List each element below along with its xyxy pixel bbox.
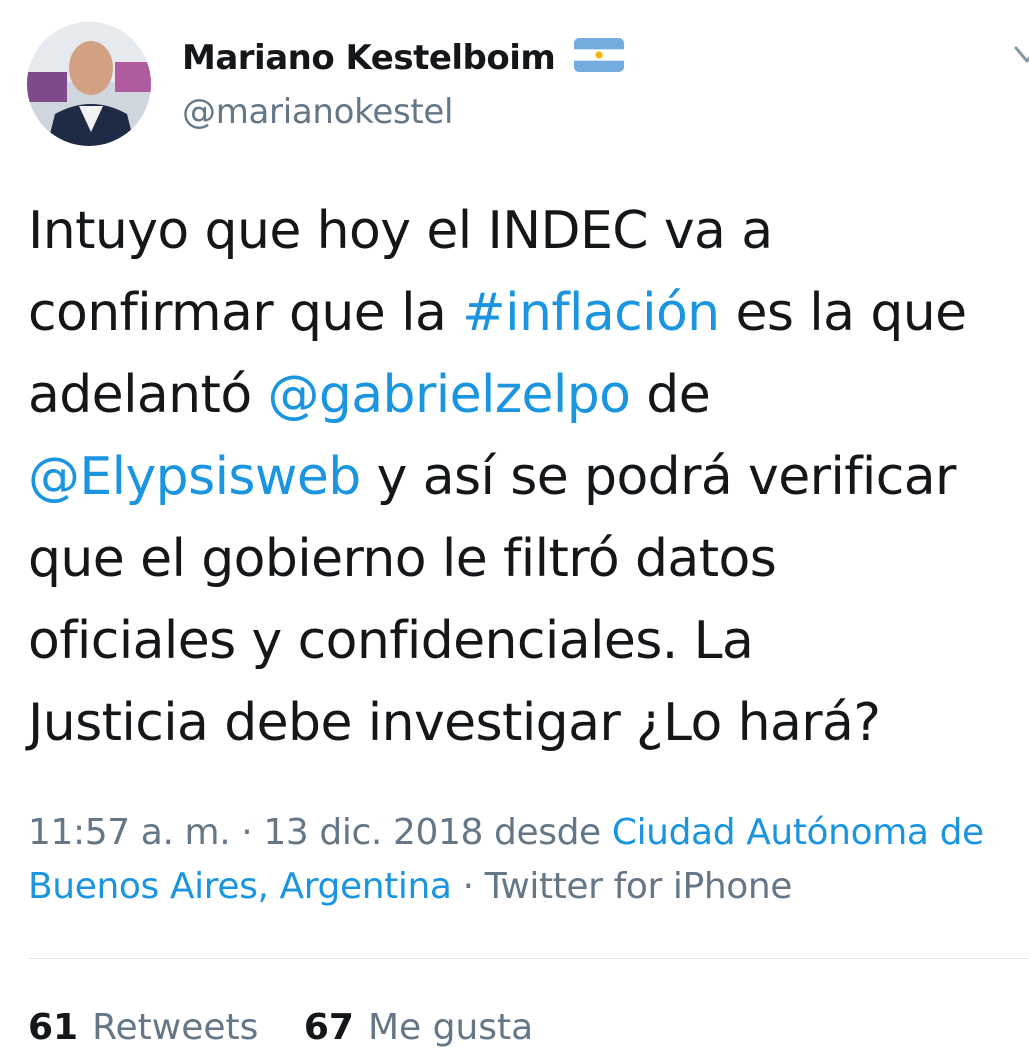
retweets-stat[interactable]: 61 Retweets <box>28 1004 258 1052</box>
meta-line: Buenos Aires, Argentina · Twitter for iP… <box>28 860 1029 914</box>
tweet-text-segment: Intuyo que hoy el INDEC va a <box>28 201 773 261</box>
user-handle[interactable]: @marianokestel <box>182 90 453 134</box>
divider <box>28 958 1029 959</box>
meta-separator: · <box>451 866 485 907</box>
tweet-text-segment: de <box>630 365 711 425</box>
tweet-line: que el gobierno le filtró datos <box>28 518 1029 600</box>
location-link[interactable]: Ciudad Autónoma de <box>612 812 984 853</box>
tweet-text-segment: oficiales y confidenciales. La <box>28 611 754 671</box>
meta-line: 11:57 a. m. · 13 dic. 2018 desde Ciudad … <box>28 806 1029 860</box>
tweet-line: @Elypsisweb y así se podrá verificar <box>28 436 1029 518</box>
tweet-text-segment: es la que <box>719 283 967 343</box>
tweet-text-segment: y así se podrá verificar <box>360 447 957 507</box>
tweet-line: oficiales y confidenciales. La <box>28 600 1029 682</box>
tweet-stats: 61 Retweets 67 Me gusta <box>28 1004 567 1052</box>
tweet-text-segment: adelantó <box>28 365 268 425</box>
retweets-count: 61 <box>28 1007 79 1048</box>
tweet-text-segment: confirmar que la <box>28 283 463 343</box>
tweet-text: Intuyo que hoy el INDEC va a confirmar q… <box>28 190 1029 764</box>
tweet-line: adelantó @gabrielzelpo de <box>28 354 1029 436</box>
tweet-text-segment: que el gobierno le filtró datos <box>28 529 777 589</box>
mention-link[interactable]: @gabrielzelpo <box>267 365 631 425</box>
chevron-down-icon[interactable] <box>1012 40 1029 70</box>
location-link[interactable]: Buenos Aires, Argentina <box>28 866 452 907</box>
tweet-line: Intuyo que hoy el INDEC va a <box>28 190 1029 272</box>
avatar-image <box>27 22 151 146</box>
timestamp[interactable]: 11:57 a. m. · 13 dic. 2018 desde <box>28 812 612 853</box>
retweets-label: Retweets <box>92 1007 259 1048</box>
tweet-text-segment: Justicia debe investigar ¿Lo hará? <box>28 693 881 753</box>
tweet-line: Justicia debe investigar ¿Lo hará? <box>28 682 1029 764</box>
likes-count: 67 <box>303 1007 354 1048</box>
likes-stat[interactable]: 67 Me gusta <box>304 1004 533 1052</box>
hashtag-link[interactable]: #inflación <box>462 283 720 343</box>
tweet-line: confirmar que la #inflación es la que <box>28 272 1029 354</box>
likes-label: Me gusta <box>367 1007 534 1048</box>
display-name[interactable]: Mariano Kestelboim <box>182 36 556 80</box>
source-label: Twitter for iPhone <box>484 866 793 907</box>
argentina-flag-icon <box>574 38 624 72</box>
avatar[interactable] <box>27 22 151 146</box>
mention-link[interactable]: @Elypsisweb <box>28 447 361 507</box>
tweet-metadata: 11:57 a. m. · 13 dic. 2018 desde Ciudad … <box>28 806 1029 914</box>
